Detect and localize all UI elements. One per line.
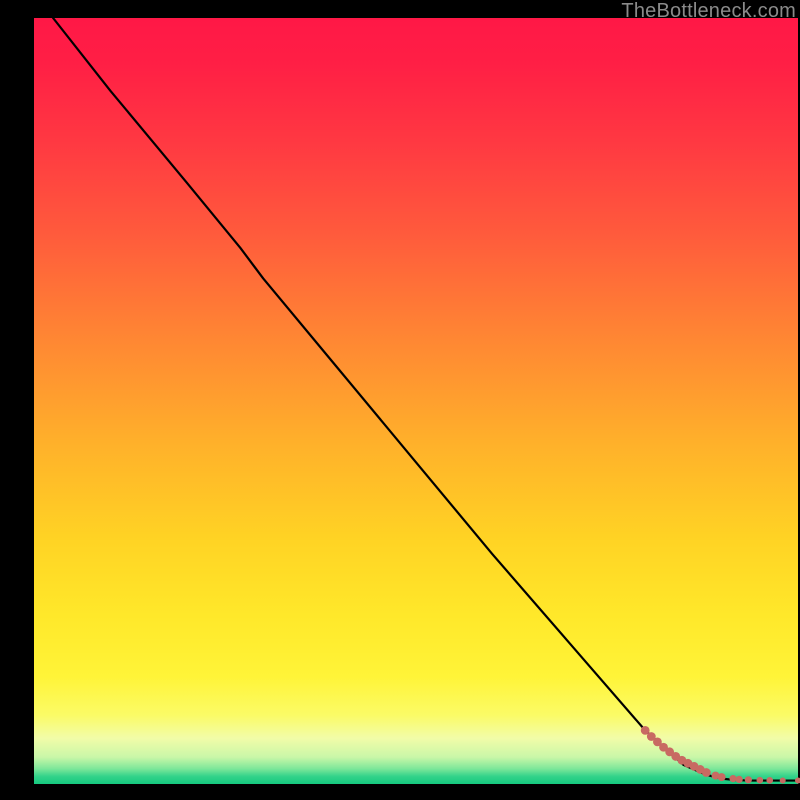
data-marker: [745, 776, 752, 783]
data-marker: [729, 775, 736, 782]
data-marker: [702, 768, 711, 777]
data-marker: [795, 778, 800, 784]
data-marker: [757, 777, 764, 784]
data-marker: [718, 773, 726, 781]
data-marker: [736, 776, 743, 783]
plot-area: [34, 18, 798, 784]
chart-frame: TheBottleneck.com: [0, 0, 800, 800]
marker-group: [641, 726, 800, 784]
curve-line: [53, 18, 798, 781]
chart-overlay: [34, 18, 798, 784]
data-marker: [780, 777, 786, 783]
data-marker: [766, 777, 773, 784]
